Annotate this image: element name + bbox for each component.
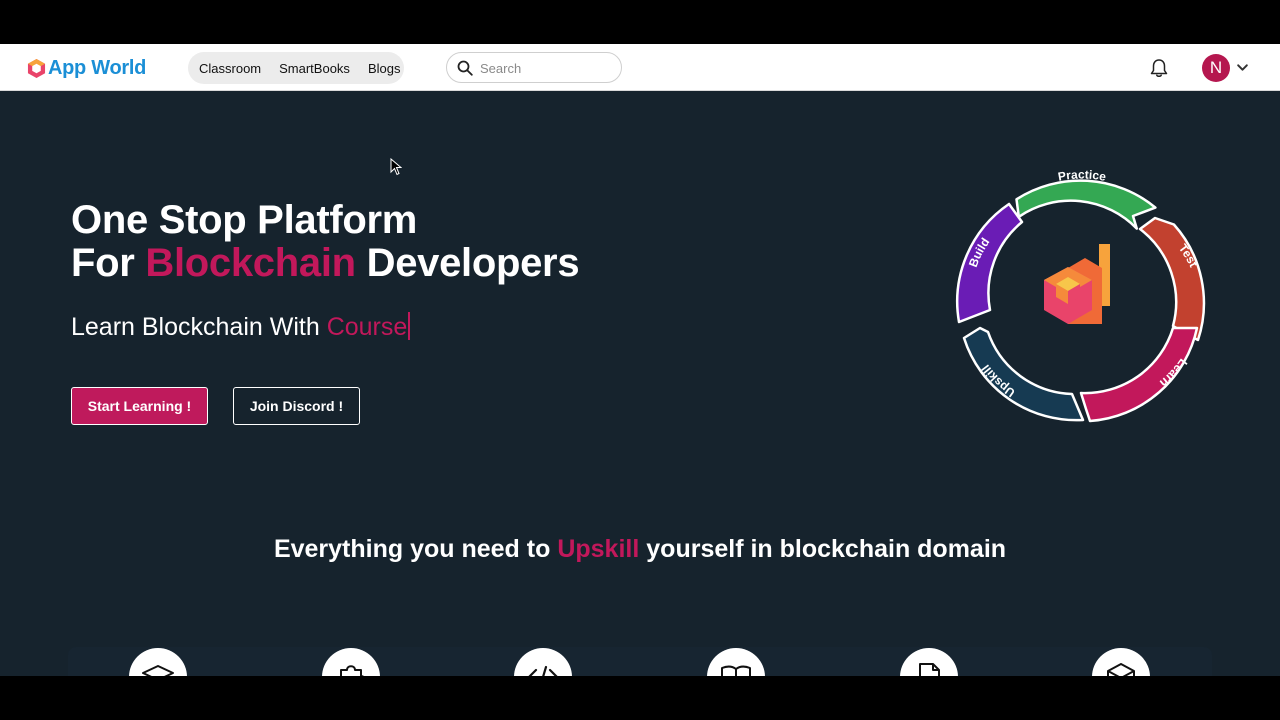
section-tagline: Everything you need to Upskill yourself … [0, 535, 1280, 564]
cycle-segment-practice: Practice [1015, 170, 1157, 230]
typing-caret [408, 312, 411, 340]
nav-link-classroom[interactable]: Classroom [199, 61, 261, 76]
center-logo-icon [1044, 244, 1110, 324]
search-input[interactable] [480, 58, 610, 78]
bell-icon[interactable] [1148, 57, 1170, 79]
hero-subtitle: Learn Blockchain With Course [71, 312, 411, 342]
letterbox-top [0, 0, 1280, 44]
join-discord-button[interactable]: Join Discord ! [233, 387, 360, 425]
cube-icon [1107, 663, 1135, 676]
hero-title: One Stop Platform For Blockchain Develop… [71, 198, 580, 285]
hero-subtitle-prefix: Learn Blockchain With [71, 313, 320, 341]
brand-logo-icon [27, 58, 46, 78]
search-box [446, 52, 622, 83]
tagline-prefix: Everything you need to [273, 535, 551, 563]
learning-cycle-diagram: Practice Test Learn Upskill Build [956, 170, 1206, 423]
cycle-segment-upskill: Upskill [962, 326, 1085, 422]
brand-logo[interactable]: App World [27, 55, 146, 81]
nav-link-blogs[interactable]: Blogs [368, 61, 401, 76]
hero-subtitle-accent: Course [326, 313, 408, 341]
start-learning-button[interactable]: Start Learning ! [71, 387, 208, 425]
letterbox-bottom [0, 676, 1280, 720]
puzzle-icon [340, 665, 364, 676]
primary-nav: Classroom SmartBooks Blogs [188, 52, 404, 84]
graduation-cap-icon [142, 665, 174, 676]
chevron-down-icon[interactable] [1236, 61, 1249, 74]
search-icon [457, 60, 473, 76]
hero-title-accent: Blockchain [145, 241, 356, 285]
cycle-segment-learn: Learn [1079, 326, 1199, 423]
user-avatar[interactable]: N [1202, 54, 1230, 82]
hero-section: One Stop Platform For Blockchain Develop… [0, 91, 1280, 676]
code-icon [528, 665, 558, 676]
cycle-segment-build: Build [956, 202, 1024, 324]
brand-name: App World [48, 56, 147, 79]
hero-title-line1: One Stop Platform [71, 198, 418, 242]
tagline-suffix: yourself in blockchain domain [646, 535, 1007, 563]
nav-link-smartbooks[interactable]: SmartBooks [279, 61, 350, 76]
cycle-segment-test: Test [1138, 216, 1206, 342]
hero-title-prefix: For [71, 241, 135, 285]
document-icon [919, 663, 940, 676]
tagline-accent: Upskill [557, 535, 640, 563]
mouse-cursor-icon [390, 158, 402, 176]
hero-title-suffix: Developers [366, 241, 580, 285]
feature-strip [68, 647, 1212, 676]
top-navbar: App World Classroom SmartBooks Blogs N [0, 44, 1280, 91]
book-icon [721, 665, 751, 676]
